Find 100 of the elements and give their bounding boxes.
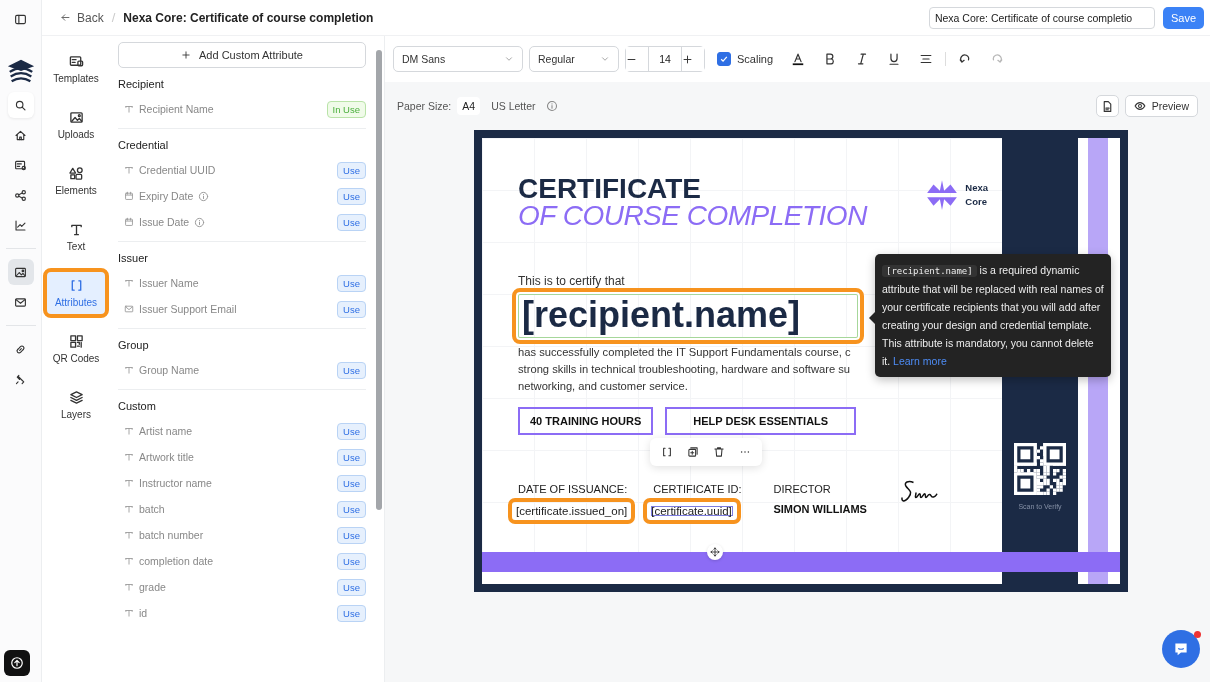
use-button[interactable]: Use	[337, 578, 366, 596]
use-button[interactable]: Use	[337, 300, 366, 318]
use-button[interactable]: Use	[337, 526, 366, 544]
qr-code	[1014, 443, 1066, 495]
increase-button[interactable]	[682, 47, 704, 71]
body-text: networking, and customer service.	[518, 379, 688, 394]
search-icon[interactable]	[7, 92, 34, 118]
text-color-icon[interactable]	[791, 52, 806, 66]
nav-tab[interactable]: QR Codes	[43, 324, 109, 374]
section-heading: Credential	[118, 139, 170, 151]
image-icon	[68, 110, 84, 125]
arrow-icon	[60, 12, 71, 23]
course-tag: 40 TRAINING HOURS	[518, 407, 654, 435]
code-chip: [recipient.name]	[882, 265, 977, 277]
check-icon	[719, 54, 729, 64]
attribute-label: Group Name	[139, 364, 200, 376]
attribute-label: Issuer Name	[139, 277, 199, 289]
plus-icon	[682, 53, 693, 65]
nav-tab[interactable]: Templates	[43, 44, 109, 94]
attribute-label: Artist name	[139, 425, 193, 437]
chat-button[interactable]	[1162, 630, 1200, 668]
preview-button[interactable]: Preview	[1124, 95, 1198, 117]
attribute-label: Instructor name	[139, 477, 212, 489]
back-link[interactable]: Back	[60, 10, 104, 25]
use-button[interactable]: Use	[337, 500, 366, 518]
use-button[interactable]: Use	[337, 604, 366, 622]
text-type-icon	[124, 278, 134, 288]
calendar-icon	[124, 191, 134, 201]
attribute-label: Issue Date	[139, 216, 190, 228]
chevron-icon	[504, 54, 514, 64]
body-text: has successfully completed the IT Support Fundamentals course, c	[518, 345, 851, 360]
section-heading: Recipient	[118, 78, 165, 90]
field-label: CERTIFICATE ID:	[652, 483, 742, 495]
scaling-checkbox[interactable]: Scaling	[711, 52, 780, 66]
recipient-name-field[interactable]: [recipient.name]	[512, 288, 865, 344]
font-select[interactable]: DM Sans	[393, 46, 523, 72]
trash-icon[interactable]	[713, 446, 725, 458]
paper-size-option[interactable]: A4	[457, 97, 481, 115]
info-icon	[546, 100, 559, 112]
shapes-icon	[68, 166, 84, 181]
attribute-label: completion date	[139, 555, 214, 567]
section-heading: Custom	[118, 400, 157, 412]
learn-more-link[interactable]: Learn more	[893, 355, 947, 367]
use-button[interactable]: Use	[337, 474, 366, 492]
title-field[interactable]: Nexa Core: Certificate of course completio	[928, 6, 1155, 29]
use-button[interactable]: Use	[337, 361, 366, 379]
brand-name: Core	[965, 195, 988, 209]
move-icon	[710, 547, 720, 557]
text-type-icon	[124, 478, 134, 488]
use-button[interactable]: Use	[337, 422, 366, 440]
text-type-icon	[124, 608, 134, 618]
text-type-icon	[124, 582, 134, 592]
add-attribute-button[interactable]: Add Custom Attribute	[118, 42, 366, 68]
attribute-label: Recipient Name	[139, 103, 214, 115]
attribute-label: batch	[139, 503, 165, 515]
attribute-label: Issuer Support Email	[139, 303, 237, 315]
layers-icon	[68, 390, 84, 405]
save-button[interactable]: Save	[1162, 6, 1204, 29]
notification-dot	[1194, 631, 1201, 638]
attribute-label: grade	[139, 581, 166, 593]
image-icon[interactable]	[7, 259, 34, 285]
align-icon[interactable]	[919, 52, 934, 66]
use-button[interactable]: Use	[337, 161, 366, 179]
attribute-field[interactable]: [certificate.uuid]	[643, 498, 742, 524]
use-button[interactable]: Use	[337, 552, 366, 570]
weight-select[interactable]: Regular	[529, 46, 619, 72]
text-type-icon	[124, 104, 134, 114]
brackets-icon[interactable]	[661, 446, 673, 458]
paper-size-label: Paper Size:	[397, 100, 452, 112]
director-label: DIRECTOR	[773, 483, 832, 495]
calendar-icon	[124, 217, 134, 227]
nav-tab[interactable]: Elements	[43, 156, 109, 206]
text-type-icon	[124, 530, 134, 540]
pdf-button[interactable]	[1095, 95, 1119, 117]
eye-icon	[1133, 100, 1146, 112]
text-type-icon	[124, 504, 134, 514]
course-tag: HELP DESK ESSENTIALS	[665, 407, 857, 435]
breadcrumb-separator: /	[111, 10, 116, 25]
nav-tab[interactable]: Layers	[43, 380, 109, 430]
use-button[interactable]: Use	[337, 274, 366, 292]
text-type-icon	[124, 165, 134, 175]
mail-icon	[124, 304, 134, 314]
use-button[interactable]: Use	[337, 448, 366, 466]
use-button[interactable]: Use	[337, 187, 366, 205]
nav-tab[interactable]: Text	[43, 212, 109, 262]
templates-icon	[68, 54, 84, 69]
director-name: SIMON WILLIAMS	[773, 503, 867, 515]
nav-tab[interactable]: Attributes	[43, 268, 109, 318]
attribute-field[interactable]: [certificate.issued_on]	[508, 498, 636, 524]
duplicate-icon[interactable]	[687, 446, 699, 458]
paper-size-option[interactable]: US Letter	[486, 97, 541, 115]
text-type-icon	[124, 426, 134, 436]
attribute-label: Expiry Date	[139, 190, 194, 202]
certificate-title: CERTIFICATE	[518, 176, 703, 202]
use-button[interactable]: Use	[337, 213, 366, 231]
nav-tab[interactable]: Uploads	[43, 100, 109, 150]
move-handle[interactable]	[707, 544, 723, 560]
upload-icon[interactable]	[10, 656, 24, 670]
section-heading: Group	[118, 339, 150, 351]
scrollbar[interactable]	[376, 50, 382, 510]
